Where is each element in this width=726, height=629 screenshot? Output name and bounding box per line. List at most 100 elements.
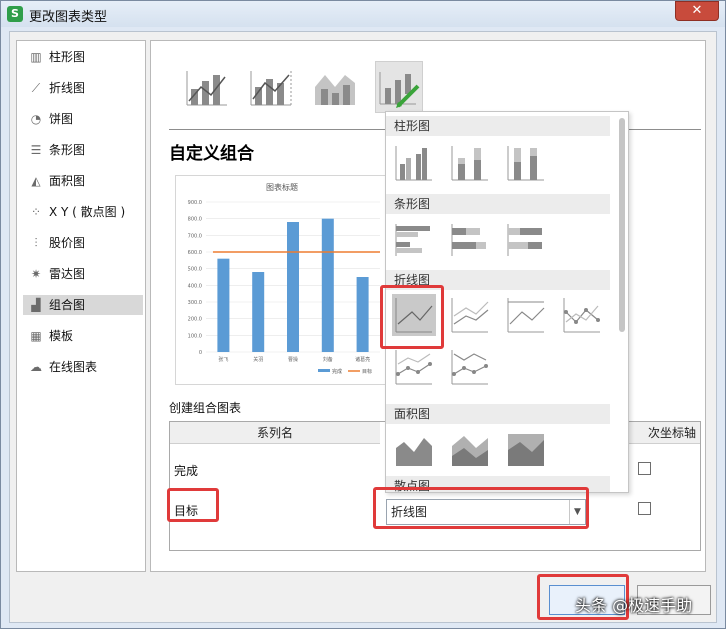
area-chart-icon [396,438,432,466]
dialog-window: S 更改图表类型 ✕ ▥ 柱形图 ⟋ 折线图 ◔ 饼图 ☰ 条形图 ◭ 面积图 ⁘ X Y … [0,0,726,629]
bar [217,258,230,352]
x-tick-label: 关羽 [253,356,263,363]
radar-chart-icon: ✷ [30,267,42,281]
line-chart-icon: ⟋ [31,81,41,95]
legend-swatch [318,369,330,372]
popup-option-line-markers-percent[interactable] [448,346,492,388]
popup-option-bar-percent[interactable] [504,218,548,260]
combo-preset-1[interactable] [183,61,231,113]
area-percent-icon [508,434,544,466]
create-combo-label: 创建组合图表 [169,401,242,415]
column-header-series: 系列名 [170,422,380,444]
column-percent-icon [507,146,544,181]
sidebar-item-area[interactable]: ◭ 面积图 [23,171,143,191]
combo-chart-preview: 图表标题 0 100.0 200.0 300.0 400.0 500.0 600.0 700.0… [175,175,389,385]
secondary-axis-checkbox[interactable] [638,502,651,515]
y-tick-label: 300.0 [188,300,202,306]
legend-label: 完成 [332,368,342,375]
combo-preset-custom[interactable] [375,61,423,113]
custom-combo-icon [379,72,420,108]
popup-option-column-stacked[interactable] [448,142,492,184]
sidebar-item-label: 股价图 [49,236,86,250]
line-markers-percent-icon [451,350,488,385]
popup-option-bar-clustered[interactable] [392,218,436,260]
sidebar-item-label: 模板 [49,329,74,343]
chart-type-list: ▥ 柱形图 ⟋ 折线图 ◔ 饼图 ☰ 条形图 ◭ 面积图 ⁘ X Y ( 散点图 ) ⫶ 股价… [16,40,146,572]
combo-preset-thumbnail [186,71,227,106]
sidebar-item-pie[interactable]: ◔ 饼图 [23,109,143,129]
line-markers-stacked-icon [395,350,432,385]
bar [321,218,334,352]
popup-option-area-stacked[interactable] [448,428,492,470]
sidebar-item-radar[interactable]: ✷ 雷达图 [23,264,143,284]
y-tick-label: 500.0 [188,267,202,273]
popup-group-bar: 条形图 [386,194,610,214]
secondary-axis-checkbox[interactable] [638,462,651,475]
y-tick-label: 0 [199,350,202,356]
popup-option-area-percent[interactable] [504,428,548,470]
combo-preset-thumbnail [315,75,355,105]
sidebar-item-label: 条形图 [49,143,86,157]
highlight-chart-type-select [373,487,589,529]
line-percent-icon [507,298,545,333]
sidebar-item-bar[interactable]: ☰ 条形图 [23,140,143,160]
bar-percent-icon [507,224,542,256]
series-name: 完成 [174,464,199,478]
template-icon: ▦ [30,329,42,343]
y-tick-label: 900.0 [188,200,202,206]
close-button[interactable]: ✕ [675,1,719,21]
popup-option-line-markers[interactable] [560,294,604,336]
popup-option-column-percent[interactable] [504,142,548,184]
sidebar-item-column[interactable]: ▥ 柱形图 [23,47,143,67]
bar-chart-icon: ☰ [30,143,42,157]
y-tick-label: 800.0 [188,217,202,223]
title-bar: S 更改图表类型 ✕ [1,1,725,27]
sidebar-item-template[interactable]: ▦ 模板 [23,326,143,346]
section-title: 自定义组合 [169,144,254,164]
sidebar-item-scatter[interactable]: ⁘ X Y ( 散点图 ) [23,202,143,222]
bar-stacked-icon [451,224,486,256]
dialog-title: 更改图表类型 [29,10,108,25]
watermark-text: 头条 @极速手助 [575,596,693,615]
scatter-chart-icon: ⁘ [30,205,42,219]
area-chart-icon: ◭ [31,174,41,188]
sidebar-item-label: 面积图 [49,174,86,188]
sidebar-item-label: 组合图 [49,298,86,312]
legend-label: 目标 [362,368,372,375]
y-tick-label: 200.0 [188,317,202,323]
combo-chart-icon: ▟ [31,298,41,312]
popup-group-area: 面积图 [386,404,610,424]
online-chart-icon: ☁ [30,360,42,374]
column-clustered-icon [395,146,432,181]
sidebar-item-online[interactable]: ☁ 在线图表 [23,357,143,377]
app-icon: S [7,6,23,22]
sidebar-item-label: 在线图表 [49,360,98,374]
y-tick-label: 400.0 [188,283,202,289]
line-stacked-icon [451,298,489,333]
sidebar-item-stock[interactable]: ⫶ 股价图 [23,233,143,253]
popup-option-line-stacked[interactable] [448,294,492,336]
bar [356,277,369,352]
combo-preset-2[interactable] [247,61,295,113]
popup-option-line-markers-stacked[interactable] [392,346,436,388]
column-chart-icon: ▥ [30,50,42,64]
sidebar-item-line[interactable]: ⟋ 折线图 [23,78,143,98]
combo-preset-thumbnail [250,71,292,106]
popup-option-line-percent[interactable] [504,294,548,336]
x-tick-label: 张飞 [218,356,228,363]
stock-chart-icon: ⫶ [34,236,38,250]
sidebar-item-label: X Y ( 散点图 ) [49,205,126,219]
sidebar-item-combo[interactable]: ▟ 组合图 [23,295,143,315]
highlight-line-option [380,285,444,349]
popup-group-column: 柱形图 [386,116,610,136]
combo-preset-3[interactable] [311,61,359,113]
chart-title: 图表标题 [266,182,298,192]
y-tick-label: 700.0 [188,233,202,239]
popup-option-area[interactable] [392,428,436,470]
sidebar-item-label: 折线图 [49,81,86,95]
x-tick-label: 诸葛亮 [355,356,370,363]
bar [252,272,265,352]
popup-scrollbar[interactable] [619,118,625,332]
popup-option-bar-stacked[interactable] [448,218,492,260]
popup-option-column-clustered[interactable] [392,142,436,184]
